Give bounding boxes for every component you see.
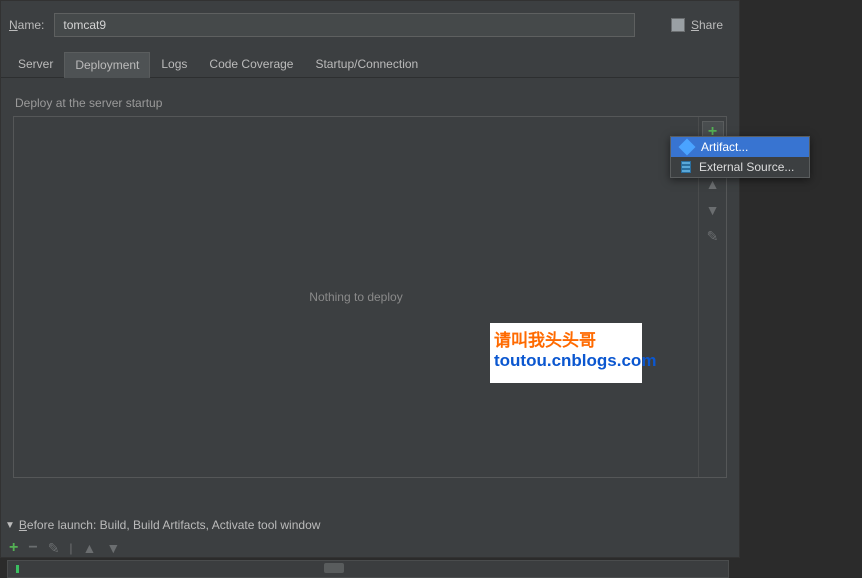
arrow-up-icon: ▲ (706, 177, 720, 191)
deployment-panel: Deploy at the server startup Nothing to … (1, 78, 739, 478)
name-label: Name: (9, 18, 44, 32)
move-down-button[interactable]: ▼ (702, 199, 724, 221)
name-input[interactable] (54, 13, 635, 37)
before-edit-button[interactable]: ✎ (48, 541, 60, 555)
before-down-button[interactable]: ▼ (106, 541, 120, 555)
before-add-button[interactable]: + (9, 540, 18, 556)
popup-item-label: Artifact... (701, 140, 748, 154)
add-popup-menu: Artifact... External Source... (670, 136, 810, 178)
tab-server[interactable]: Server (7, 51, 64, 77)
toolbar-separator: | (69, 541, 72, 555)
task-indicator-icon (16, 565, 19, 573)
drag-handle[interactable] (324, 563, 344, 573)
edit-button[interactable]: ✎ (702, 225, 724, 247)
arrow-down-icon: ▼ (706, 203, 720, 217)
watermark: 请叫我头头哥 toutou.cnblogs.com (490, 323, 642, 383)
popup-item-artifact[interactable]: Artifact... (671, 137, 809, 157)
share-checkbox-wrap[interactable]: Share (671, 18, 723, 32)
before-launch-label: Before launch: Build, Build Artifacts, A… (19, 518, 321, 532)
tab-startup-connection[interactable]: Startup/Connection (304, 51, 429, 77)
run-config-dialog: Name: Share Server Deployment Logs Code … (0, 0, 740, 558)
deploy-empty-text: Nothing to deploy (309, 290, 402, 304)
watermark-line2: toutou.cnblogs.com (494, 351, 638, 371)
share-checkbox[interactable] (671, 18, 685, 32)
expand-triangle-icon: ▼ (5, 520, 15, 531)
before-launch-list[interactable] (7, 560, 729, 578)
watermark-line1: 请叫我头头哥 (494, 326, 638, 351)
deploy-section-label: Deploy at the server startup (15, 96, 727, 110)
deploy-box: Nothing to deploy + − ▲ ▼ ✎ (13, 116, 727, 478)
tab-code-coverage[interactable]: Code Coverage (198, 51, 304, 77)
before-up-button[interactable]: ▲ (83, 541, 97, 555)
share-label: Share (691, 18, 723, 32)
external-source-icon (681, 161, 691, 173)
background-area (740, 0, 862, 558)
tab-logs[interactable]: Logs (150, 51, 198, 77)
deploy-list: Nothing to deploy (14, 117, 698, 477)
before-remove-button[interactable]: − (28, 540, 37, 556)
before-launch-toolbar: + − ✎ | ▲ ▼ (1, 536, 739, 556)
popup-item-label: External Source... (699, 160, 794, 174)
tab-deployment[interactable]: Deployment (64, 52, 150, 78)
pencil-icon: ✎ (707, 229, 719, 243)
tab-bar: Server Deployment Logs Code Coverage Sta… (1, 51, 739, 78)
name-row: Name: Share (1, 1, 739, 51)
before-launch-row[interactable]: ▼ Before launch: Build, Build Artifacts,… (1, 510, 739, 536)
popup-item-external-source[interactable]: External Source... (671, 157, 809, 177)
artifact-icon (679, 139, 696, 156)
